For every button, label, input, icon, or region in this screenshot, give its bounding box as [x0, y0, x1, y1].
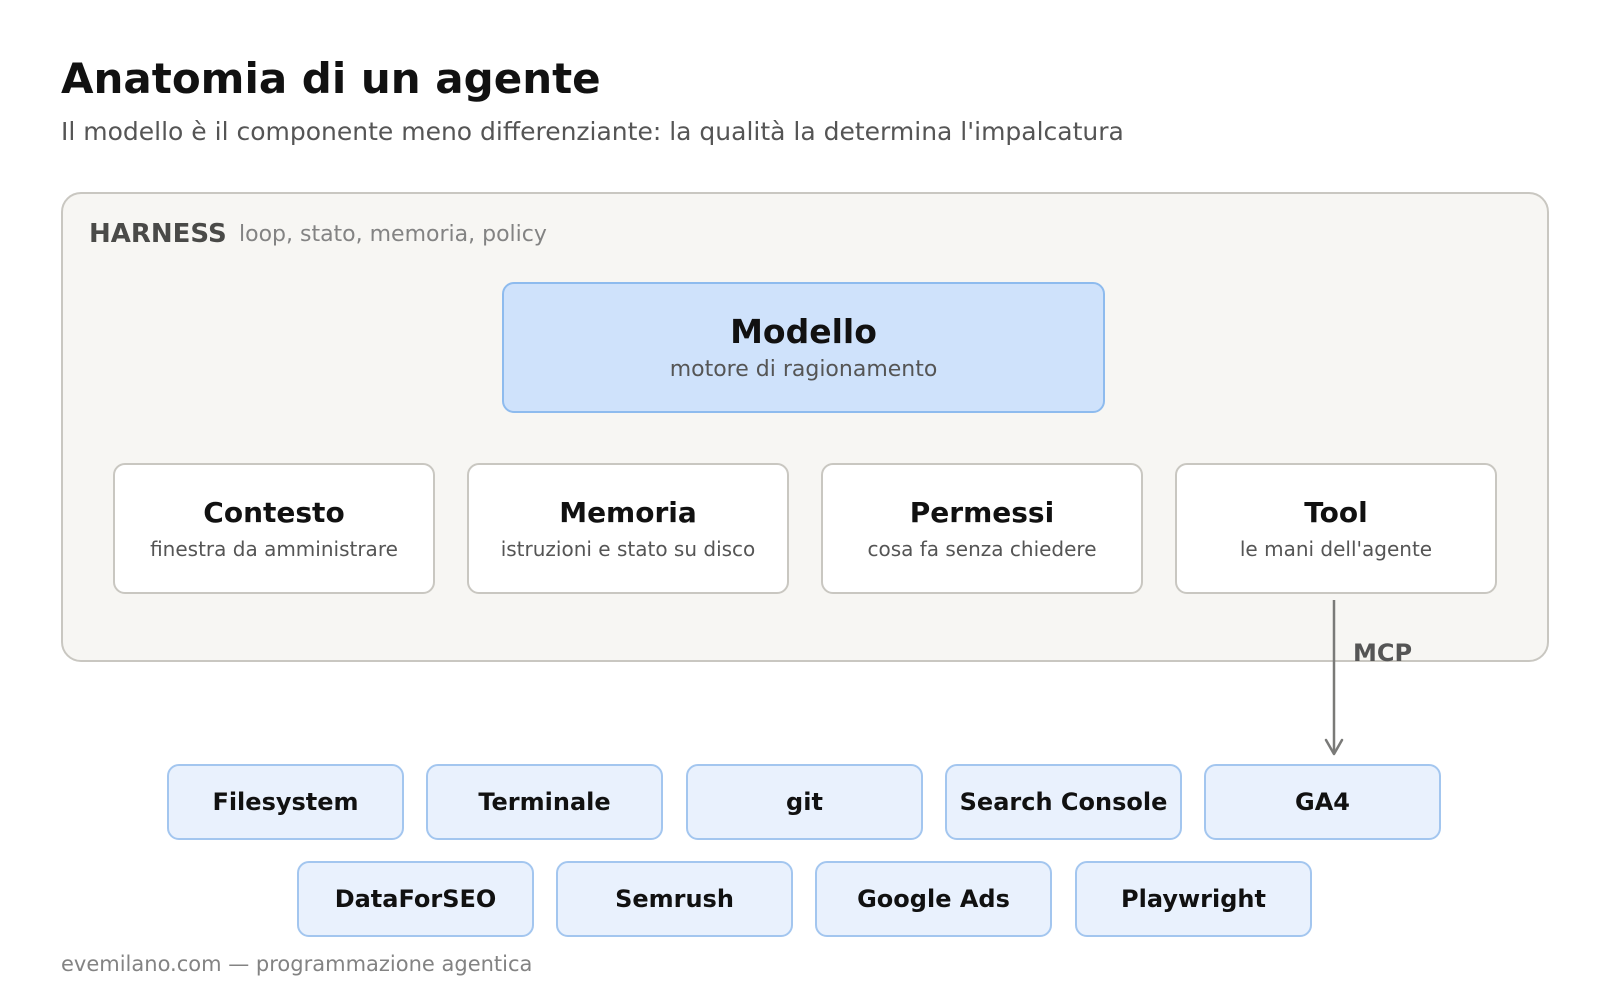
tool-chip-git: git — [686, 764, 923, 840]
mcp-arrow-head — [1324, 738, 1344, 756]
tool-chip-label: DataForSEO — [334, 885, 497, 913]
page-subtitle: Il modello è il componente meno differen… — [61, 117, 1124, 146]
tool-chip-label: Filesystem — [212, 788, 359, 816]
component-name: Tool — [1304, 495, 1368, 529]
tool-chip-google-ads: Google Ads — [815, 861, 1052, 937]
harness-title: HARNESS — [89, 219, 227, 249]
component-card-contesto: Contesto finestra da amministrare — [113, 463, 435, 594]
tool-chip-label: git — [786, 788, 823, 816]
tool-chip-label: GA4 — [1295, 788, 1350, 816]
component-card-tool: Tool le mani dell'agente — [1175, 463, 1497, 594]
mcp-label: MCP — [1353, 639, 1413, 667]
tool-chip-filesystem: Filesystem — [167, 764, 404, 840]
model-name: Modello — [730, 311, 877, 351]
model-description: motore di ragionamento — [669, 356, 938, 382]
component-description: le mani dell'agente — [1239, 536, 1433, 561]
page-title: Anatomia di un agente — [61, 54, 601, 103]
footer-credit: evemilano.com — programmazione agentica — [61, 952, 533, 976]
component-name: Contesto — [203, 495, 345, 529]
component-card-memoria: Memoria istruzioni e stato su disco — [467, 463, 789, 594]
component-description: finestra da amministrare — [150, 536, 398, 561]
tool-chip-label: Google Ads — [857, 885, 1010, 913]
tool-chip-playwright: Playwright — [1075, 861, 1312, 937]
component-description: cosa fa senza chiedere — [867, 536, 1097, 561]
tool-chip-label: Search Console — [959, 788, 1168, 816]
component-name: Memoria — [559, 495, 697, 529]
tool-chip-label: Semrush — [615, 885, 734, 913]
tool-chip-dataforseo: DataForSEO — [297, 861, 534, 937]
harness-description: loop, stato, memoria, policy — [239, 222, 547, 247]
tool-chip-label: Terminale — [478, 788, 611, 816]
tool-chip-label: Playwright — [1121, 885, 1266, 913]
tool-chip-semrush: Semrush — [556, 861, 793, 937]
tool-chip-ga4: GA4 — [1204, 764, 1441, 840]
component-card-permessi: Permessi cosa fa senza chiedere — [821, 463, 1143, 594]
component-description: istruzioni e stato su disco — [500, 536, 756, 561]
model-box: Modello motore di ragionamento — [502, 282, 1105, 413]
component-name: Permessi — [909, 495, 1055, 529]
tool-chip-search-console: Search Console — [945, 764, 1182, 840]
tool-chip-terminale: Terminale — [426, 764, 663, 840]
